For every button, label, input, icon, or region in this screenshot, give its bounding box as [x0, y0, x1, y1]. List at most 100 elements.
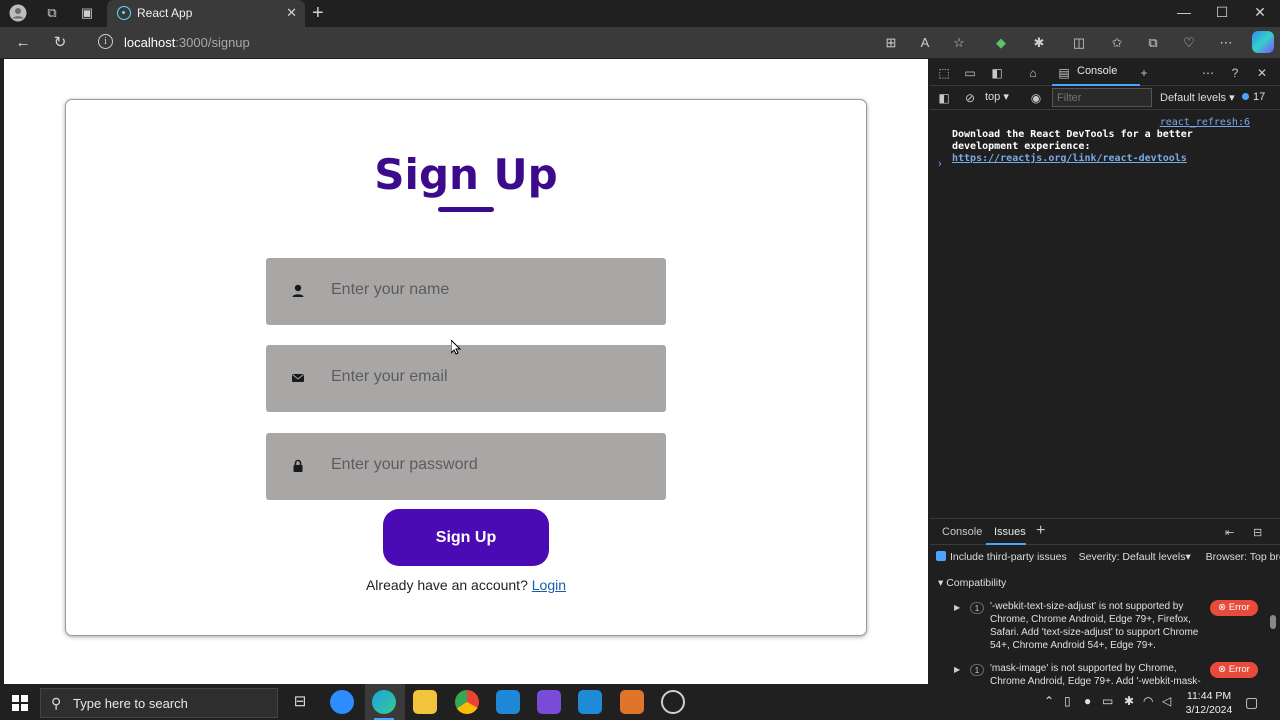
vscode-app-icon[interactable] [578, 690, 602, 714]
sidebar-toggle-icon[interactable]: ◧ [936, 90, 952, 106]
third-party-checkbox[interactable] [936, 551, 946, 561]
taskbar-clock[interactable]: 11:44 PM 3/12/2024 [1184, 689, 1234, 717]
undock-drawer-icon[interactable]: ⇤ [1225, 526, 1234, 539]
favorites-icon[interactable]: ✩ [1108, 34, 1126, 52]
split-screen-icon[interactable]: ◫ [1070, 34, 1088, 52]
live-expression-eye-icon[interactable]: ◉ [1028, 90, 1044, 106]
zoom-app-icon[interactable] [330, 690, 354, 714]
scrollbar-thumb[interactable] [1270, 615, 1276, 629]
email-field[interactable]: Enter your email [266, 345, 666, 412]
page-title: Sign Up [374, 150, 558, 199]
browser-filter-dropdown[interactable]: Browser: Top brow [1206, 551, 1280, 563]
tab-drawer-console[interactable]: Console [942, 526, 982, 538]
favorite-star-icon[interactable]: ☆ [950, 34, 968, 52]
tab-drawer-issues[interactable]: Issues [994, 526, 1026, 538]
tab-console[interactable]: ▤ Console [1052, 59, 1140, 86]
extension-icon[interactable]: ◆ [992, 34, 1010, 52]
github-desktop-icon[interactable] [661, 690, 685, 714]
profile-icon[interactable] [8, 4, 28, 22]
log-levels-dropdown[interactable]: Default levels ▾ [1160, 91, 1235, 104]
console-log-message: Download the React DevTools for a better… [952, 129, 1262, 165]
log-source-link[interactable]: react_refresh:6 [1160, 117, 1250, 128]
context-selector[interactable]: top ▾ [985, 90, 1009, 103]
close-tab-icon[interactable]: ✕ [286, 5, 297, 21]
password-field[interactable]: Enter your password [266, 433, 666, 500]
devtools-link[interactable]: https://reactjs.org/link/react-devtools [952, 153, 1187, 164]
login-link[interactable]: Login [532, 577, 566, 593]
read-aloud-icon[interactable]: A [916, 34, 934, 52]
help-icon[interactable]: ? [1227, 65, 1243, 81]
mail-icon [292, 374, 304, 382]
message-count-badge[interactable]: 17 [1242, 91, 1265, 103]
edge-app-icon[interactable] [372, 690, 396, 720]
tray-volume-icon[interactable]: ◁ [1162, 694, 1171, 708]
tray-device-icon[interactable]: ▯ [1064, 694, 1071, 708]
taskbar-content: ⚲ Type here to search ⊟ ⌃ ▯ ● ▭ ✱ ◠ ◁ 11… [0, 684, 1280, 720]
back-icon[interactable]: ← [13, 33, 33, 53]
file-explorer-icon[interactable] [413, 690, 437, 714]
chrome-app-icon[interactable] [455, 690, 479, 714]
site-info-icon[interactable]: i [98, 34, 113, 49]
more-tools-icon[interactable]: ⋯ [1200, 65, 1216, 81]
tray-chevron-icon[interactable]: ⌃ [1044, 694, 1054, 708]
mouse-cursor-icon [451, 340, 461, 355]
browser-navbar: ← ↻ i localhost:3000/signup ⊞ A ☆ ◆ ✱ ◫ … [0, 27, 1280, 58]
refresh-icon[interactable]: ↻ [50, 33, 70, 53]
login-prompt: Already have an account? Login [66, 577, 866, 593]
console-filter-input[interactable] [1052, 88, 1152, 107]
dock-icon[interactable]: ◧ [989, 65, 1005, 81]
app-available-icon[interactable]: ⊞ [882, 34, 900, 52]
maximize-icon[interactable]: ☐ [1212, 4, 1232, 21]
tray-wifi-icon[interactable]: ◠ [1143, 694, 1153, 708]
more-menu-icon[interactable]: ⋯ [1217, 34, 1235, 52]
drawer-tabs: Console Issues + ⇤ ⊟ [930, 519, 1280, 545]
close-drawer-icon[interactable]: ⊟ [1253, 526, 1262, 539]
console-tab-label: Console [1077, 65, 1118, 77]
compatibility-group-header[interactable]: ▾ Compatibility [938, 577, 1006, 589]
console-prompt-icon[interactable]: › [938, 158, 942, 170]
visual-studio-icon[interactable] [537, 690, 561, 714]
new-tab-icon[interactable]: + [312, 2, 324, 25]
page-viewport: Sign Up Enter your name Enter your email… [4, 59, 928, 684]
mail-app-icon[interactable] [496, 690, 520, 714]
compat-label: Compatibility [946, 577, 1007, 589]
issues-toolbar: Include third-party issues Severity: Def… [936, 551, 1280, 563]
inspect-element-icon[interactable]: ⬚ [936, 65, 952, 81]
title-underline [438, 207, 494, 212]
password-placeholder: Enter your password [331, 456, 478, 473]
browser-essentials-icon[interactable]: ♡ [1180, 34, 1198, 52]
expand-arrow-icon[interactable]: ▶ [954, 665, 960, 674]
severity-dropdown[interactable]: Severity: Default levels▾ [1079, 551, 1191, 563]
close-devtools-icon[interactable]: ✕ [1254, 65, 1270, 81]
tray-battery-icon[interactable]: ▭ [1102, 694, 1113, 708]
device-toolbar-icon[interactable]: ▭ [962, 65, 978, 81]
close-window-icon[interactable]: ✕ [1250, 4, 1270, 21]
notifications-icon[interactable]: ▢ [1245, 694, 1258, 711]
windows-start-icon[interactable] [12, 695, 28, 711]
taskbar-search[interactable]: ⚲ Type here to search [40, 688, 278, 718]
welcome-home-icon[interactable]: ⌂ [1025, 65, 1041, 81]
drawer-scrollbar[interactable] [1270, 605, 1276, 685]
tray-mic-icon[interactable]: ● [1084, 694, 1091, 708]
user-icon [292, 284, 304, 297]
copilot-icon[interactable] [1252, 31, 1274, 53]
url-host: localhost [124, 35, 176, 50]
expand-arrow-icon[interactable]: ▶ [954, 603, 960, 612]
xampp-app-icon[interactable] [620, 690, 644, 714]
extensions-puzzle-icon[interactable]: ✱ [1030, 34, 1048, 52]
minimize-icon[interactable]: — [1174, 4, 1194, 20]
collections-icon[interactable]: ⧉ [1144, 34, 1162, 52]
tray-bluetooth-icon[interactable]: ✱ [1124, 694, 1134, 708]
address-bar[interactable]: i localhost:3000/signup [90, 30, 980, 55]
add-tab-icon[interactable]: + [1136, 65, 1152, 81]
log-text: Download the React DevTools for a better… [952, 129, 1193, 152]
task-view-icon[interactable]: ⊟ [288, 690, 312, 714]
tab-actions-icon[interactable]: ▣ [77, 4, 97, 22]
tab-react-app[interactable]: React App ✕ [107, 0, 305, 27]
add-drawer-tab-icon[interactable]: + [1036, 522, 1045, 540]
workspaces-icon[interactable]: ⧉ [42, 4, 62, 22]
clear-console-icon[interactable]: ⊘ [962, 90, 978, 106]
signup-button[interactable]: Sign Up [383, 509, 549, 566]
issue-item[interactable]: ▶ 1 '-webkit-text-size-adjust' is not su… [954, 600, 1266, 651]
name-field[interactable]: Enter your name [266, 258, 666, 325]
